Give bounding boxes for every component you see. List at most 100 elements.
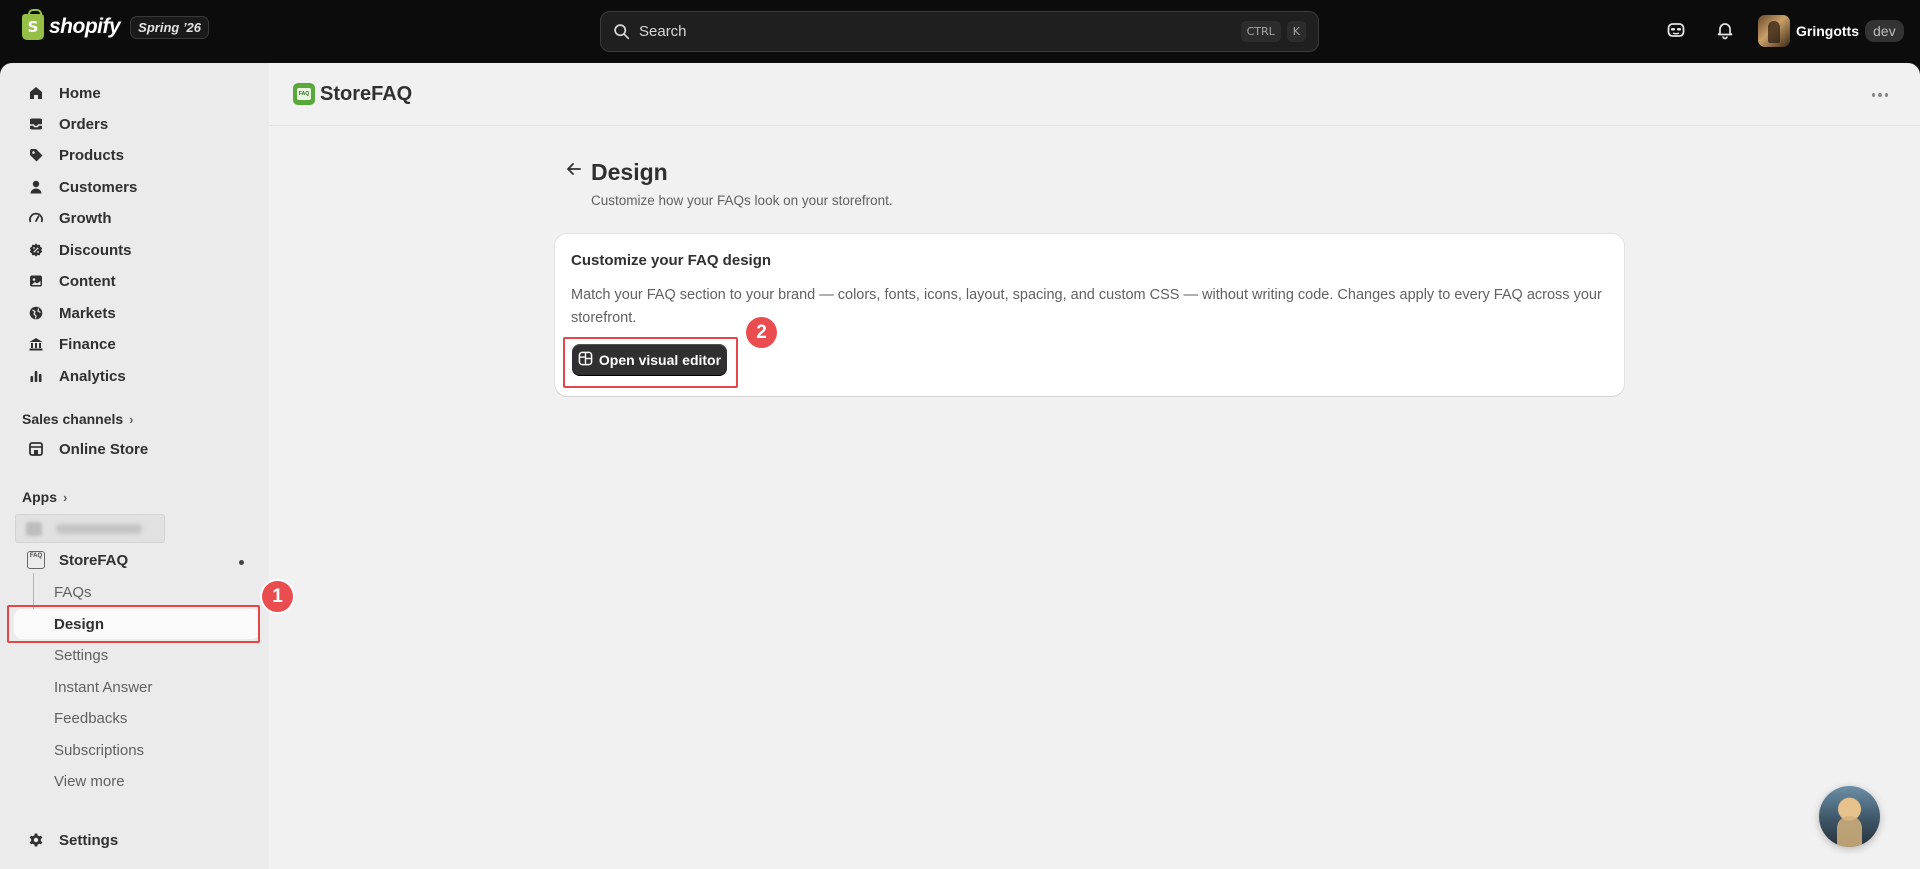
faq-box-icon: FAQ [27, 551, 45, 569]
card-description: Match your FAQ section to your brand — c… [571, 287, 1602, 326]
step-badge-2: 2 [746, 317, 777, 348]
shortcut-key-k: K [1286, 21, 1306, 42]
notifications-button[interactable] [1711, 18, 1739, 46]
sidebar-subitem-feedbacks[interactable]: Feedbacks [14, 703, 260, 733]
sidebar-item-settings[interactable]: Settings [14, 825, 260, 855]
blurred-app-label [56, 523, 142, 534]
sidebar-item-label: StoreFAQ [59, 551, 129, 569]
sidebar-item-customers[interactable]: Customers [14, 172, 260, 202]
sidebar-item-label: Growth [59, 209, 112, 227]
gear-icon [26, 830, 46, 850]
dot-icon [1878, 93, 1882, 97]
sidebar-subitem-instant-answer[interactable]: Instant Answer [14, 672, 260, 702]
chevron-right-icon: › [129, 411, 134, 427]
sidebar-item-label: Discounts [59, 241, 132, 259]
page-subtitle: Customize how your FAQs look on your sto… [591, 193, 893, 208]
sidebar-item-storefaq[interactable]: FAQ StoreFAQ [14, 545, 260, 575]
support-chat-avatar[interactable] [1819, 786, 1880, 847]
back-button[interactable] [560, 157, 588, 185]
sidebar-item-products[interactable]: Products [14, 140, 260, 170]
sidebar-subitem-view-more[interactable]: View more [14, 766, 260, 796]
discount-icon [26, 240, 46, 260]
shortcut-key-ctrl: CTRL [1240, 21, 1281, 42]
sales-channels-label: Sales channels [22, 411, 124, 427]
home-icon [26, 83, 46, 103]
shopify-bag-icon: S [22, 9, 44, 40]
sidebar-subitem-subscriptions[interactable]: Subscriptions [14, 735, 260, 765]
account-menu[interactable]: Gringotts dev [1758, 15, 1904, 47]
sidebar-item-analytics[interactable]: Analytics [14, 361, 260, 391]
app-header: FAQ StoreFAQ [269, 63, 1920, 126]
card-title: Customize your FAQ design [571, 252, 772, 269]
sidebar-item-label: Products [59, 146, 125, 164]
sidebar-item-discounts[interactable]: Discounts [14, 235, 260, 265]
sidekick-button[interactable] [1662, 18, 1690, 46]
sidebar-item-online-store[interactable]: Online Store [14, 434, 260, 464]
step-badge-1: 1 [262, 581, 293, 612]
search-icon [613, 23, 630, 40]
edition-badge: Spring ’26 [130, 15, 210, 39]
page-title: Design [591, 159, 668, 185]
sidebar-item-growth[interactable]: Growth [14, 203, 260, 233]
top-bar: S shopify Spring ’26 CTRL K Gringotts de… [0, 0, 1920, 63]
sidebar-item-label: Home [59, 84, 101, 102]
account-badge: dev [1865, 20, 1904, 42]
dot-icon [1871, 93, 1876, 97]
sidebar-item-orders[interactable]: Orders [14, 109, 260, 139]
store-avatar [1758, 15, 1790, 47]
sidebar-subitem-settings[interactable]: Settings [14, 640, 260, 670]
tag-icon [26, 145, 46, 165]
sales-channels-header[interactable]: Sales channels › [22, 411, 134, 427]
storefaq-app-icon: FAQ [26, 550, 46, 570]
app-logo-text: FAQ [297, 88, 311, 100]
bar-chart-icon [26, 366, 46, 386]
sidebar-item-label: Customers [59, 178, 138, 196]
sidebar-subitem-label: FAQs [54, 583, 92, 601]
sidebar-subitem-faqs[interactable]: FAQs [14, 577, 260, 607]
bank-icon [26, 334, 46, 354]
sidebar: Home Orders Products Customers Growth Di… [0, 63, 269, 869]
dot-icon [1884, 93, 1889, 97]
sidebar-subitem-label: Settings [54, 646, 109, 664]
sidebar-item-finance[interactable]: Finance [14, 329, 260, 359]
sidebar-item-home[interactable]: Home [14, 78, 260, 108]
sidebar-subitem-label: Feedbacks [54, 709, 128, 727]
apps-header[interactable]: Apps › [22, 489, 67, 505]
blurred-app-item[interactable] [15, 514, 165, 543]
sidebar-item-label: Online Store [59, 440, 149, 458]
more-actions-button[interactable] [1866, 83, 1894, 107]
storefaq-logo-icon: FAQ [293, 83, 315, 105]
sidebar-item-label: Finance [59, 335, 116, 353]
store-icon [26, 439, 46, 459]
sidebar-item-label: Orders [59, 115, 109, 133]
arrow-left-icon [565, 160, 583, 183]
main-content: FAQ StoreFAQ Design Customize how your F… [269, 63, 1920, 869]
highlight-box-editor-button [563, 337, 738, 388]
person-icon [26, 177, 46, 197]
sidebar-subitem-label: Instant Answer [54, 678, 153, 696]
image-icon [26, 271, 46, 291]
pinned-dot-icon [239, 560, 244, 565]
inbox-icon [26, 114, 46, 134]
account-name: Gringotts [1796, 23, 1859, 39]
sidebar-item-label: Markets [59, 304, 116, 322]
search-input[interactable] [639, 23, 1235, 40]
search-bar[interactable]: CTRL K [600, 11, 1319, 52]
sidebar-item-markets[interactable]: Markets [14, 298, 260, 328]
gauge-icon [26, 208, 46, 228]
sidebar-item-content[interactable]: Content [14, 266, 260, 296]
blurred-app-icon [26, 521, 42, 536]
sidebar-item-label: Analytics [59, 367, 126, 385]
highlight-box-design-nav [7, 605, 260, 643]
sidebar-subitem-label: Subscriptions [54, 741, 145, 759]
shopify-logo[interactable]: S shopify Spring ’26 [22, 9, 210, 40]
sidebar-subitem-label: View more [54, 772, 125, 790]
bell-icon [1715, 20, 1735, 45]
sidekick-icon [1666, 20, 1686, 45]
sidebar-item-label: Settings [59, 831, 119, 849]
sidebar-item-label: Content [59, 272, 116, 290]
app-title: StoreFAQ [320, 82, 413, 105]
chevron-right-icon: › [63, 489, 68, 505]
apps-label: Apps [22, 489, 57, 505]
brand-wordmark: shopify [49, 15, 121, 38]
